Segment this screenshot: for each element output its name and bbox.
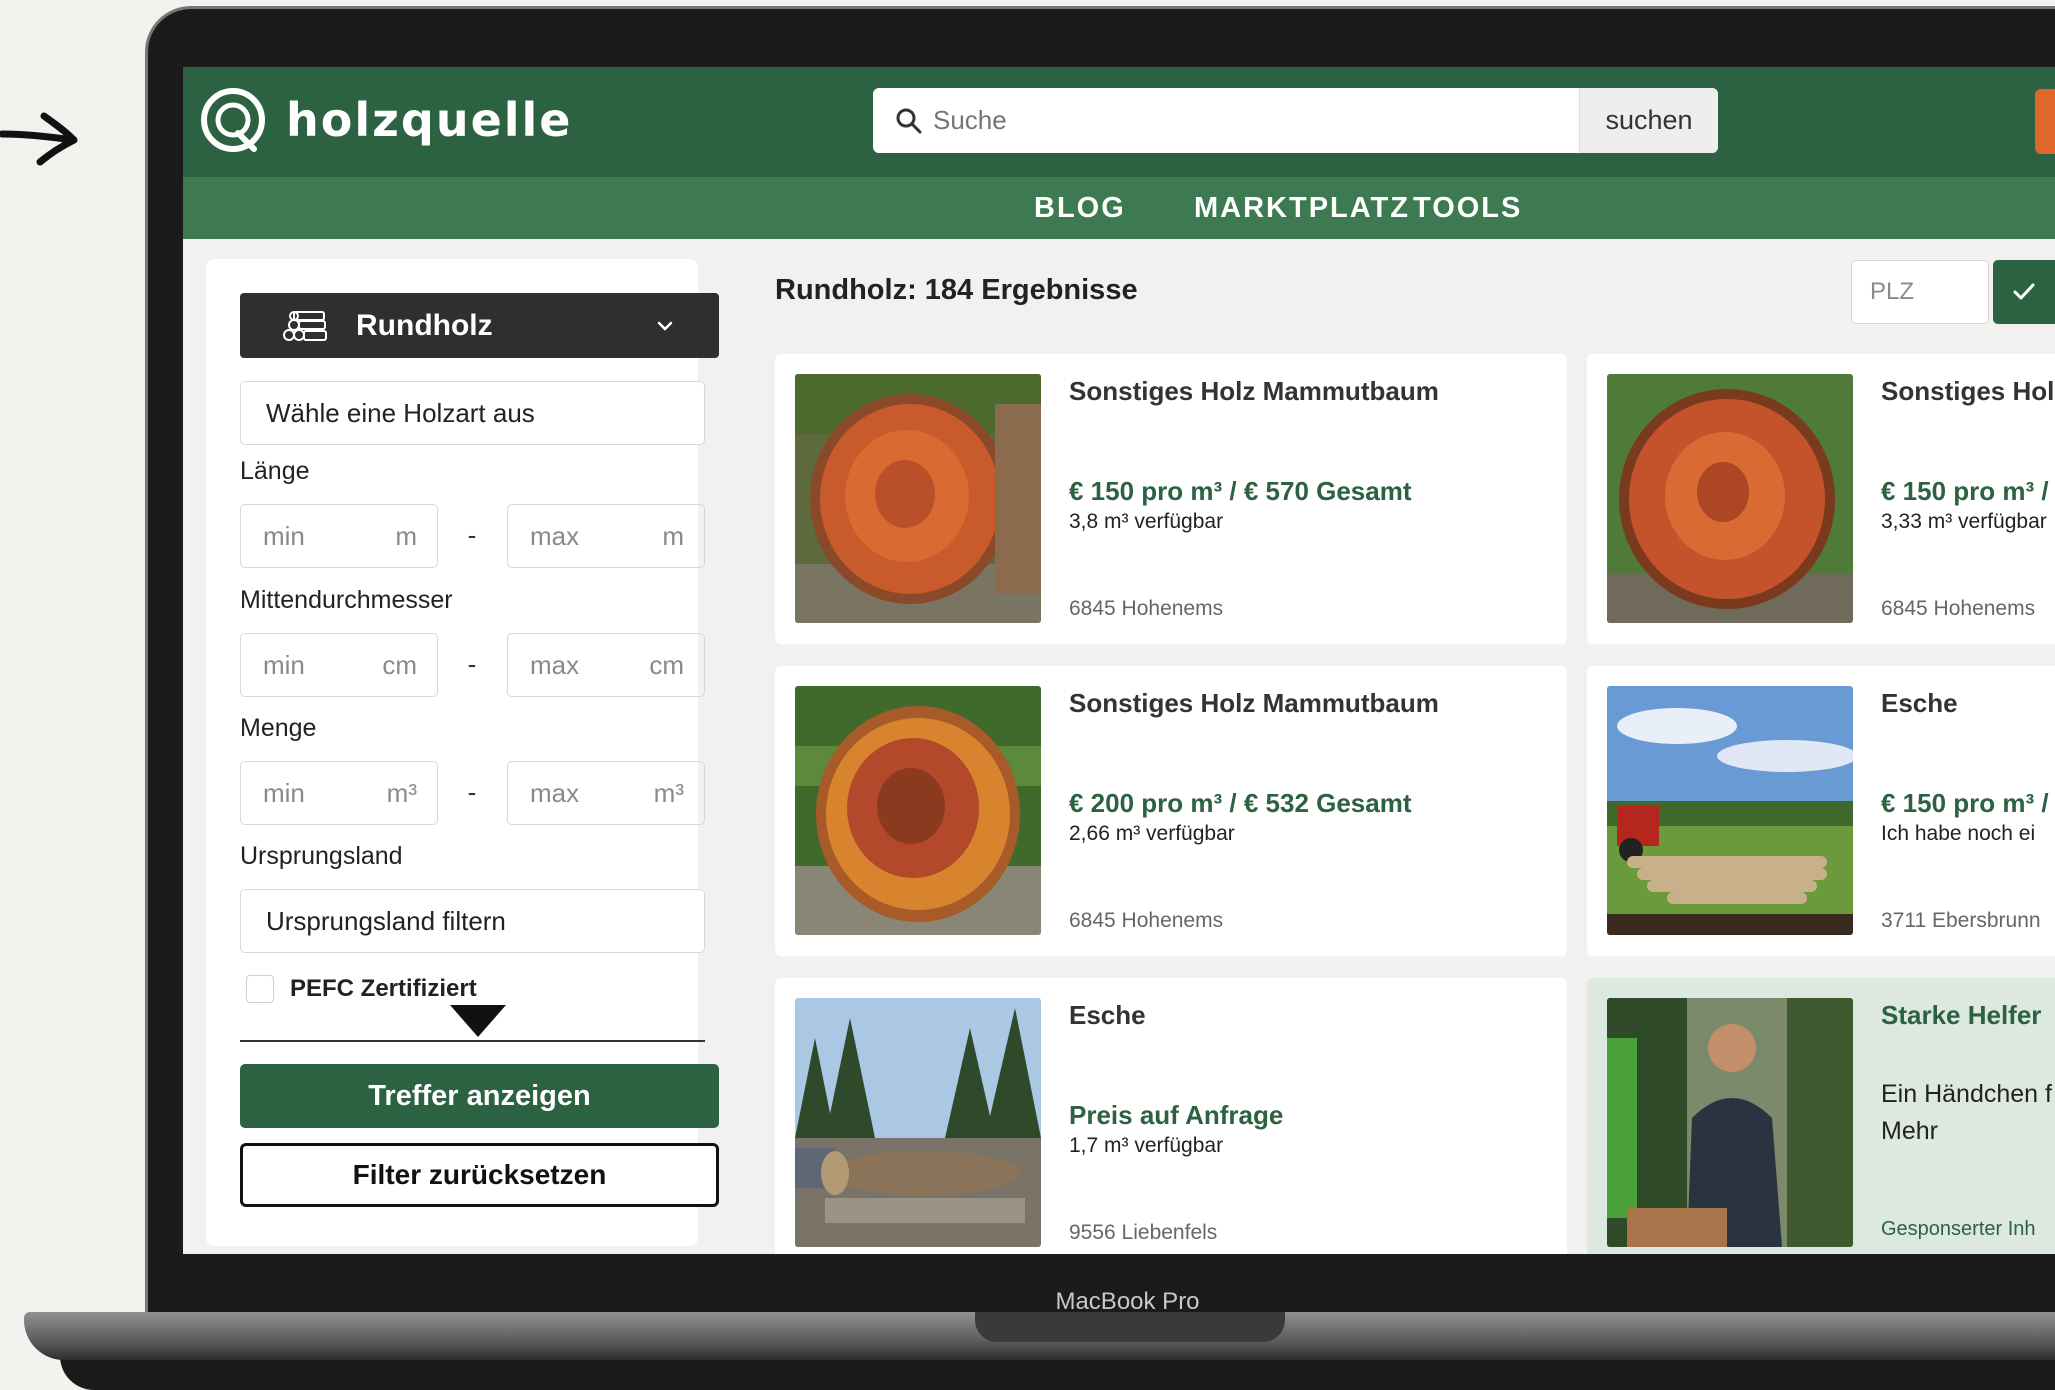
- divider: [240, 1040, 705, 1042]
- log-pile-icon: [283, 310, 327, 341]
- results-title: Rundholz: 184 Ergebnisse: [775, 274, 1138, 306]
- listing-title: Esche: [1881, 688, 1958, 718]
- listing-image: [1607, 686, 1853, 935]
- laptop-shadow: [60, 1356, 2055, 1390]
- listing-location: 6845 Hohenems: [1069, 909, 1224, 932]
- nav-tools[interactable]: TOOLS: [1413, 192, 1522, 225]
- listing-location: 6845 Hohenems: [1881, 597, 2036, 620]
- laptop-notch: [975, 1312, 1285, 1342]
- listing-card[interactable]: Sonstiges Holz Mammutbaum € 150 pro m³ /…: [775, 354, 1567, 644]
- plz-confirm-button[interactable]: [1993, 260, 2055, 324]
- listing-availability: 2,66 m³ verfügbar: [1069, 822, 1235, 845]
- quantity-label: Menge: [240, 714, 317, 742]
- sponsored-card[interactable]: Starke Helfer Ein Händchen f die passend…: [1587, 978, 2055, 1254]
- diameter-range: min cm - max cm: [240, 633, 705, 697]
- logo[interactable]: holzquelle: [198, 85, 573, 155]
- listing-image: [795, 686, 1041, 935]
- diameter-min-input[interactable]: min cm: [240, 633, 438, 697]
- screen: holzquelle suchen BLOG MARKTPLATZ TOOLS: [183, 67, 2055, 1254]
- listing-title: Sonstiges Holz Mammutbaum: [1069, 688, 1439, 718]
- min-placeholder: min: [263, 777, 305, 808]
- nav-blog[interactable]: BLOG: [1034, 192, 1126, 225]
- origin-label: Ursprungsland: [240, 842, 403, 870]
- chevron-down-icon: [657, 321, 673, 331]
- account-button[interactable]: [2035, 89, 2055, 154]
- listing-card[interactable]: Sonstiges Holz Mammutbaum € 200 pro m³ /…: [775, 666, 1567, 956]
- category-label: Rundholz: [356, 308, 493, 342]
- listing-image: [795, 374, 1041, 623]
- diameter-label: Mittendurchmesser: [240, 586, 453, 614]
- checkmark-icon: [2013, 283, 2035, 300]
- filter-panel: Rundholz Wähle eine Holzart aus Länge mi…: [206, 259, 719, 1246]
- max-placeholder: max: [530, 520, 580, 551]
- range-dash: -: [467, 777, 477, 807]
- sponsored-text: Ein Händchen f die passenden machen! Meh…: [1881, 1080, 2055, 1145]
- nav-marktplatz[interactable]: MARKTPLATZ: [1194, 192, 1410, 225]
- sponsored-title: Starke Helfer: [1881, 1000, 2042, 1030]
- quantity-min-input[interactable]: min m³: [240, 761, 438, 825]
- max-placeholder: max: [530, 777, 580, 808]
- listing-availability: Ich habe noch ei: [1881, 822, 2036, 845]
- pefc-checkbox[interactable]: [246, 975, 274, 1003]
- listing-title: Esche: [1069, 1000, 1146, 1030]
- listing-location: 6845 Hohenems: [1069, 597, 1224, 620]
- listing-card[interactable]: Esche € 150 pro m³ / Ich habe noch ei 37…: [1587, 666, 2055, 956]
- length-range: min m - max m: [240, 504, 705, 568]
- unit-label: m³: [386, 777, 417, 808]
- listing-title: Sonstiges Holz: [1881, 376, 2055, 406]
- listing-location: 9556 Liebenfels: [1069, 1221, 1218, 1244]
- logo-icon: [201, 88, 265, 152]
- listing-card[interactable]: Sonstiges Holz € 150 pro m³ / 3,33 m³ ve…: [1587, 354, 2055, 644]
- listing-price: € 200 pro m³ / € 532 Gesamt: [1069, 788, 1412, 818]
- listing-price: € 150 pro m³ / € 570 Gesamt: [1069, 476, 1412, 506]
- search-button[interactable]: suchen: [1579, 88, 1718, 153]
- pefc-label: PEFC Zertifiziert: [290, 975, 477, 1002]
- listing-image: [1607, 374, 1853, 623]
- sponsored-image: [1607, 998, 1853, 1247]
- sponsored-tag: Gesponserter Inh: [1881, 1218, 2036, 1240]
- min-placeholder: min: [263, 649, 305, 680]
- category-select[interactable]: Rundholz: [240, 293, 719, 358]
- listing-availability: 3,33 m³ verfügbar: [1881, 510, 2047, 533]
- range-dash: -: [467, 520, 477, 550]
- quantity-max-input[interactable]: max m³: [507, 761, 705, 825]
- origin-select[interactable]: Ursprungsland filtern: [240, 889, 705, 953]
- listing-price: Preis auf Anfrage: [1069, 1100, 1284, 1130]
- search-icon: [896, 108, 922, 133]
- device-label: MacBook Pro: [1055, 1288, 1200, 1315]
- plz-input[interactable]: PLZ: [1851, 260, 1989, 324]
- show-results-button[interactable]: Treffer anzeigen: [240, 1064, 719, 1128]
- unit-label: m: [395, 520, 417, 551]
- pefc-filter[interactable]: PEFC Zertifiziert: [246, 975, 477, 1003]
- length-label: Länge: [240, 457, 310, 485]
- listing-card[interactable]: Esche Preis auf Anfrage 1,7 m³ verfügbar…: [775, 978, 1567, 1254]
- main-nav: BLOG MARKTPLATZ TOOLS: [183, 177, 2055, 239]
- listing-availability: 3,8 m³ verfügbar: [1069, 510, 1224, 533]
- min-placeholder: min: [263, 520, 305, 551]
- search-bar: suchen: [873, 88, 1718, 153]
- unit-label: cm: [649, 649, 684, 680]
- diameter-max-input[interactable]: max cm: [507, 633, 705, 697]
- unit-label: m³: [653, 777, 684, 808]
- brand-name: holzquelle: [286, 93, 573, 147]
- range-dash: -: [467, 649, 477, 679]
- arrow-right-icon: [0, 112, 78, 166]
- wood-type-select[interactable]: Wähle eine Holzart aus: [240, 381, 705, 445]
- unit-label: m: [662, 520, 684, 551]
- length-max-input[interactable]: max m: [507, 504, 705, 568]
- max-placeholder: max: [530, 649, 580, 680]
- reset-filters-button[interactable]: Filter zurücksetzen: [240, 1143, 719, 1207]
- pointer-marker-icon: [450, 1005, 506, 1037]
- listing-price: € 150 pro m³ /: [1881, 476, 2049, 506]
- quantity-range: min m³ - max m³: [240, 761, 705, 825]
- listing-availability: 1,7 m³ verfügbar: [1069, 1134, 1224, 1157]
- listing-image: [795, 998, 1041, 1247]
- search-input[interactable]: [931, 104, 1579, 137]
- header: holzquelle suchen: [183, 67, 2055, 177]
- length-min-input[interactable]: min m: [240, 504, 438, 568]
- listing-title: Sonstiges Holz Mammutbaum: [1069, 376, 1439, 406]
- listing-price: € 150 pro m³ /: [1881, 788, 2049, 818]
- listing-location: 3711 Ebersbrunn: [1881, 909, 2041, 932]
- unit-label: cm: [382, 649, 417, 680]
